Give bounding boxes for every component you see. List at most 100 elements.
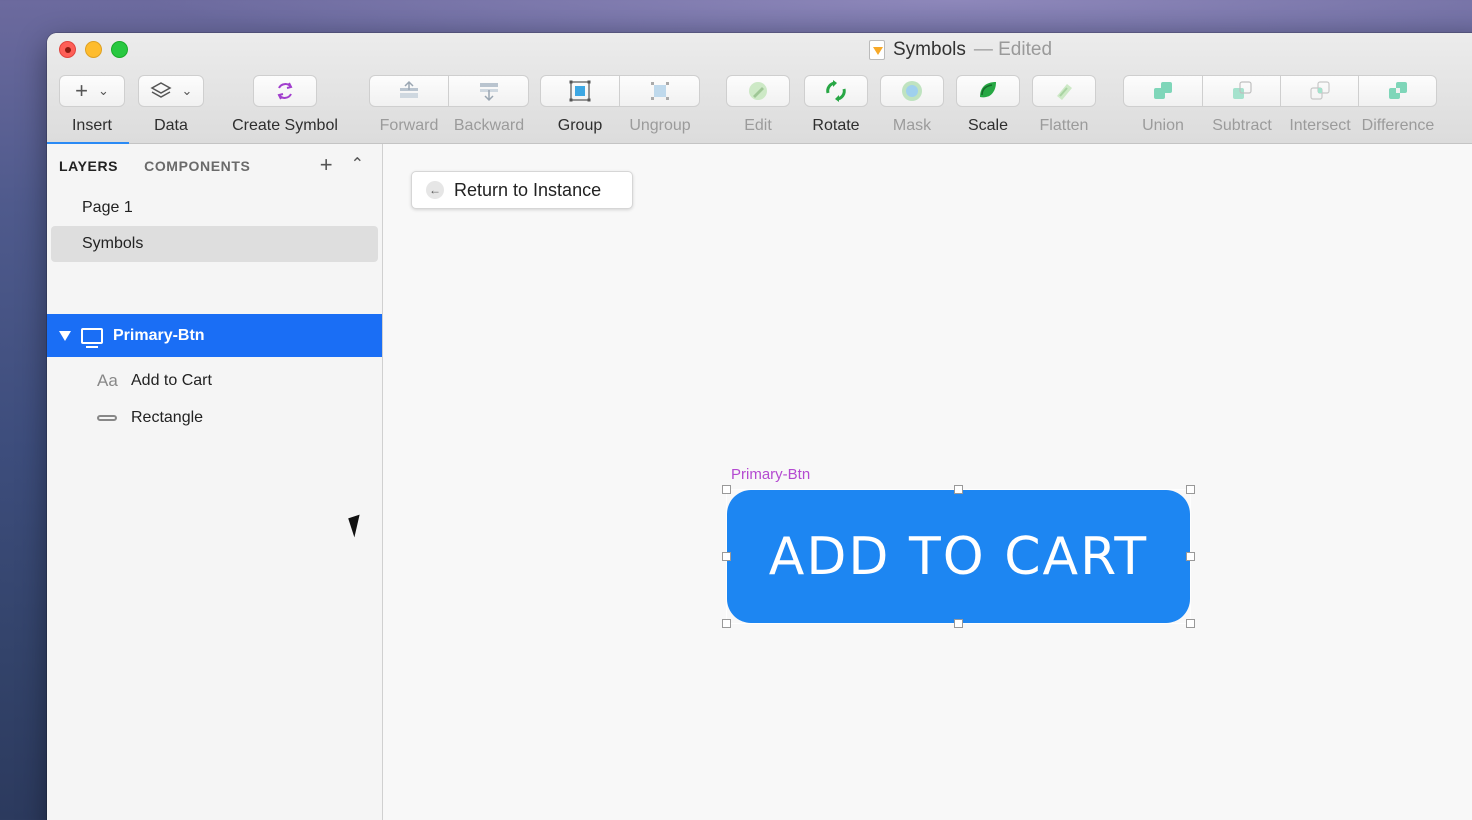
rotate-button[interactable] xyxy=(804,75,868,107)
text-layer-icon: Aa xyxy=(97,371,118,390)
layer-artboard-label: Primary-Btn xyxy=(113,326,205,344)
group-segment: Group Ungroup xyxy=(540,75,700,135)
subtract-icon xyxy=(1232,81,1252,99)
scale-button[interactable] xyxy=(956,75,1020,107)
toolbar: Symbols — Edited + ⌄ Insert ⌄ Data Creat… xyxy=(47,33,1472,145)
page-item-symbols[interactable]: Symbols xyxy=(51,226,378,262)
intersect-button[interactable] xyxy=(1281,75,1359,107)
union-label: Union xyxy=(1142,117,1184,134)
data-tool[interactable]: ⌄ Data xyxy=(138,75,204,135)
layer-item-text[interactable]: Aa Add to Cart xyxy=(97,366,212,396)
forward-button[interactable] xyxy=(369,75,449,107)
group-label: Group xyxy=(557,117,603,134)
difference-icon xyxy=(1388,82,1407,99)
data-label: Data xyxy=(154,117,188,134)
edit-tool[interactable]: Edit xyxy=(725,75,791,135)
union-button[interactable] xyxy=(1123,75,1203,107)
resize-handle-right[interactable] xyxy=(1186,552,1195,561)
close-window-button[interactable] xyxy=(59,41,76,58)
difference-tool[interactable]: Difference xyxy=(1359,75,1437,135)
arrange-segment: Forward Backward xyxy=(369,75,529,135)
edit-pen-icon xyxy=(749,82,767,100)
layer-artboard-primary-btn[interactable]: Primary-Btn xyxy=(47,314,382,357)
resize-handle-bottom-right[interactable] xyxy=(1186,619,1195,628)
layers-sidebar: LAYERS COMPONENTS + ⌃ Page 1 Symbols Pri… xyxy=(47,144,383,820)
ungroup-button[interactable] xyxy=(620,75,700,107)
collapse-pages-icon[interactable]: ⌃ xyxy=(351,157,364,176)
group-button[interactable] xyxy=(540,75,620,107)
backward-button[interactable] xyxy=(449,75,529,107)
data-button[interactable]: ⌄ xyxy=(138,75,204,107)
sketch-window: Symbols — Edited + ⌄ Insert ⌄ Data Creat… xyxy=(47,33,1472,820)
resize-handle-top-right[interactable] xyxy=(1186,485,1195,494)
create-symbol-tool[interactable]: Create Symbol xyxy=(225,75,345,135)
return-to-instance-label: Return to Instance xyxy=(454,179,602,200)
backward-tool[interactable]: Backward xyxy=(449,75,529,135)
scale-tool[interactable]: Scale xyxy=(955,75,1021,135)
difference-button[interactable] xyxy=(1359,75,1437,107)
subtract-label: Subtract xyxy=(1212,117,1272,134)
send-backward-icon xyxy=(479,83,498,102)
page-item-page-1[interactable]: Page 1 xyxy=(51,190,378,226)
backward-label: Backward xyxy=(453,117,525,134)
layers-stack-icon xyxy=(150,82,172,98)
edited-status: — Edited xyxy=(973,39,1053,60)
insert-tool[interactable]: + ⌄ Insert xyxy=(59,75,125,135)
flatten-button[interactable] xyxy=(1032,75,1096,107)
rotate-tool[interactable]: Rotate xyxy=(803,75,869,135)
forward-tool[interactable]: Forward xyxy=(369,75,449,135)
ungroup-tool[interactable]: Ungroup xyxy=(620,75,700,135)
rotate-icon xyxy=(826,80,846,102)
chevron-down-icon: ⌄ xyxy=(97,83,109,98)
flatten-icon xyxy=(1057,84,1072,100)
layer-item-label: Add to Cart xyxy=(131,372,212,389)
intersect-tool[interactable]: Intersect xyxy=(1281,75,1359,135)
subtract-button[interactable] xyxy=(1203,75,1281,107)
tab-layers[interactable]: LAYERS xyxy=(59,158,118,174)
add-to-cart-text[interactable]: ADD TO CART xyxy=(769,527,1148,587)
window-title: Symbols — Edited xyxy=(869,39,1052,61)
resize-handle-top-left[interactable] xyxy=(722,485,731,494)
edit-label: Edit xyxy=(744,117,772,134)
resize-handle-left[interactable] xyxy=(722,552,731,561)
edit-button[interactable] xyxy=(726,75,790,107)
mask-button[interactable] xyxy=(880,75,944,107)
insert-label: Insert xyxy=(71,117,112,134)
minimize-window-button[interactable] xyxy=(85,41,102,58)
intersect-icon xyxy=(1309,81,1330,100)
sidebar-actions: + ⌃ xyxy=(320,154,364,176)
return-to-instance-button[interactable]: ← Return to Instance xyxy=(411,171,633,209)
scale-icon xyxy=(980,82,996,98)
symbol-artboard-icon xyxy=(81,327,103,348)
union-icon xyxy=(1154,82,1172,99)
resize-handle-bottom-left[interactable] xyxy=(722,619,731,628)
resize-handle-bottom[interactable] xyxy=(954,619,963,628)
canvas[interactable]: ← Return to Instance Primary-Btn ADD TO … xyxy=(384,144,1472,820)
symbol-refresh-icon xyxy=(277,82,293,100)
add-to-cart-symbol[interactable]: ADD TO CART xyxy=(727,490,1190,623)
group-icon xyxy=(569,80,591,102)
insert-button[interactable]: + ⌄ xyxy=(59,75,125,107)
ungroup-icon xyxy=(650,82,669,100)
ungroup-label: Ungroup xyxy=(629,117,691,134)
forward-label: Forward xyxy=(379,117,439,134)
group-tool[interactable]: Group xyxy=(540,75,620,135)
flatten-tool[interactable]: Flatten xyxy=(1031,75,1097,135)
flatten-label: Flatten xyxy=(1039,117,1089,134)
disclosure-triangle-icon[interactable] xyxy=(59,330,71,341)
chevron-down-icon: ⌄ xyxy=(181,83,193,98)
resize-handle-top[interactable] xyxy=(954,485,963,494)
subtract-tool[interactable]: Subtract xyxy=(1203,75,1281,135)
artboard-title[interactable]: Primary-Btn xyxy=(731,466,810,483)
tab-components[interactable]: COMPONENTS xyxy=(144,158,250,174)
union-tool[interactable]: Union xyxy=(1123,75,1203,135)
maximize-window-button[interactable] xyxy=(111,41,128,58)
rotate-label: Rotate xyxy=(812,117,860,134)
mask-tool[interactable]: Mask xyxy=(879,75,945,135)
create-symbol-button[interactable] xyxy=(253,75,317,107)
rectangle-layer-icon xyxy=(97,415,117,421)
bring-forward-icon xyxy=(400,80,418,98)
mask-icon xyxy=(902,81,922,101)
layer-item-rectangle[interactable]: Rectangle xyxy=(97,403,203,433)
add-page-icon[interactable]: + xyxy=(320,154,333,176)
